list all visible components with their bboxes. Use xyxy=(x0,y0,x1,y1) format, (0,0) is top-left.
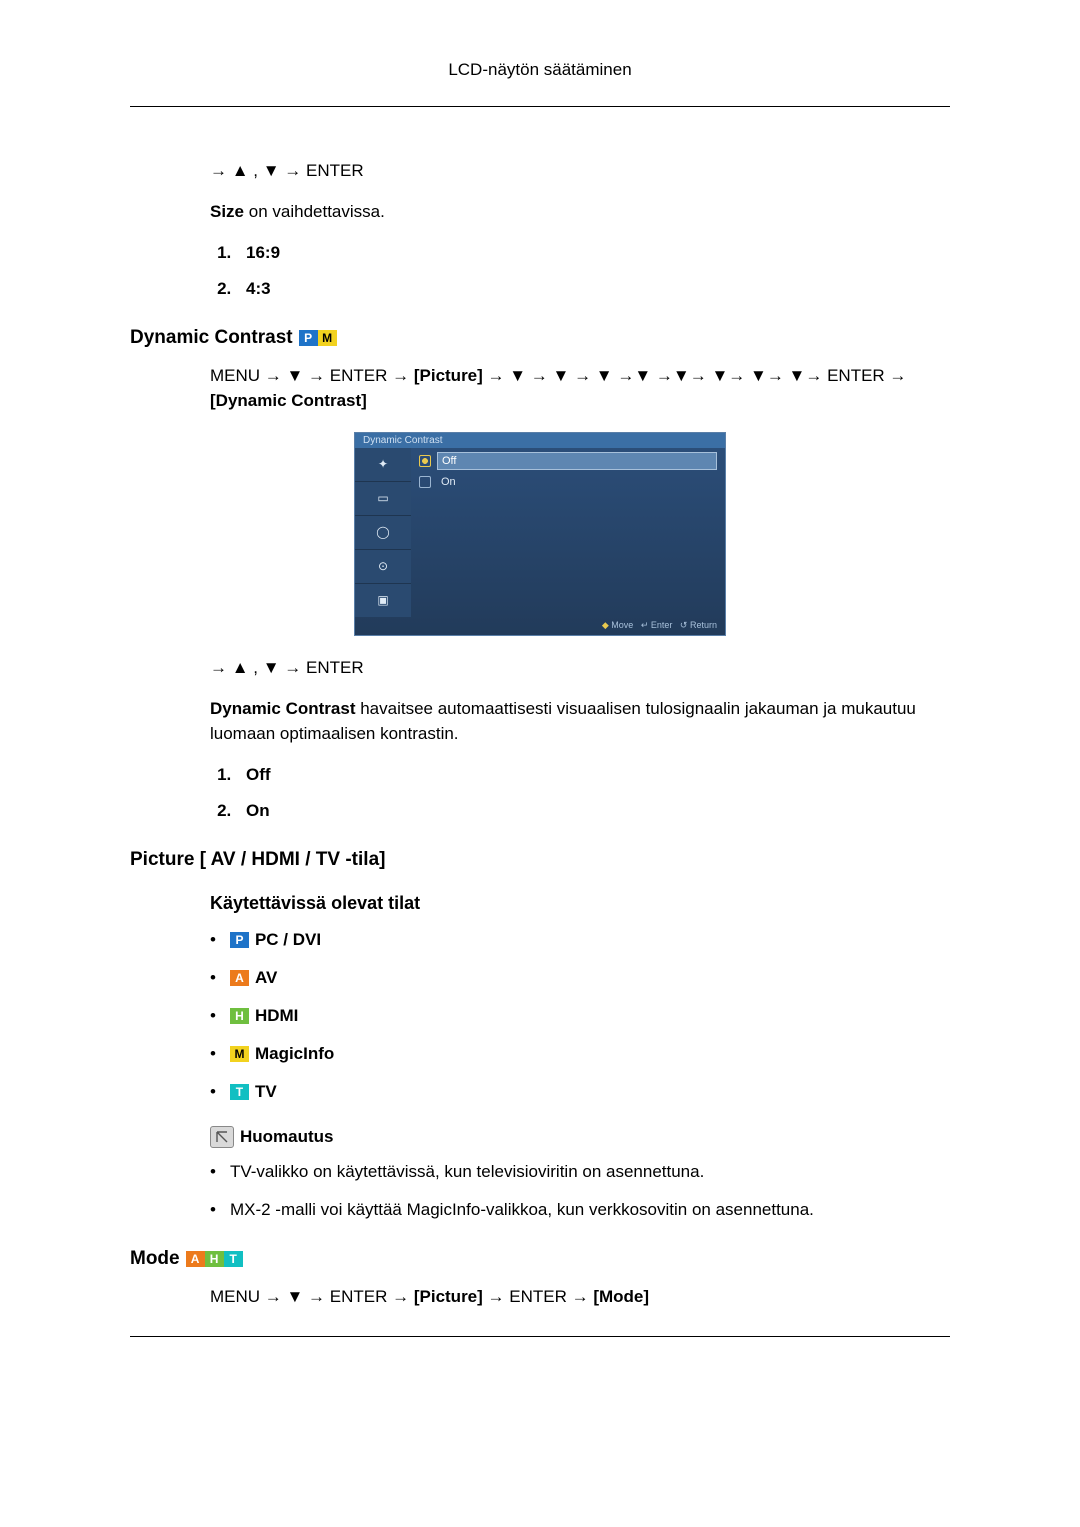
badge-t-icon: T xyxy=(230,1084,249,1100)
size-desc-rest: on vaihdettavissa. xyxy=(244,202,385,221)
osd-footer-move: Move xyxy=(611,620,633,630)
note-2-text: MX-2 -malli voi käyttää MagicInfo-valikk… xyxy=(230,1200,814,1220)
picture-modes-sub: Käytettävissä olevat tilat xyxy=(210,893,950,914)
picture-modes-heading: Picture [ AV / HDMI / TV -tila] xyxy=(130,849,950,871)
mode-hdmi: H HDMI xyxy=(210,1006,950,1026)
osd-icon-3: ◯ xyxy=(355,516,411,550)
osd-radio-selected-icon xyxy=(419,455,431,467)
badge-h-icon: H xyxy=(230,1008,249,1024)
mode-magicinfo: M MagicInfo xyxy=(210,1044,950,1064)
osd-icon-4: ⊙ xyxy=(355,550,411,584)
size-nav: → ▲ , ▼ → ENTER xyxy=(210,161,950,181)
note-list: TV-valikko on käytettävissä, kun televis… xyxy=(210,1162,950,1220)
dc-desc-bold: Dynamic Contrast xyxy=(210,699,355,718)
mode-av: A AV xyxy=(210,968,950,988)
osd-option-off: Off xyxy=(419,452,717,470)
dynamic-contrast-heading-text: Dynamic Contrast xyxy=(130,327,293,349)
size-desc: Size on vaihdettavissa. xyxy=(210,199,950,225)
mode-magicinfo-label: MagicInfo xyxy=(255,1044,334,1064)
dc-path-mid: → ▼ → ▼ → ▼ →▼ →▼→ ▼→ ▼→ ▼→ ENTER → xyxy=(483,366,907,385)
osd-icon-column: ✦ ▭ ◯ ⊙ ▣ xyxy=(355,448,411,617)
page-header: LCD-näytön säätäminen xyxy=(130,60,950,80)
osd-dynamic-contrast: Dynamic Contrast ✦ ▭ ◯ ⊙ ▣ Off On xyxy=(354,432,726,636)
note-label: Huomautus xyxy=(240,1127,334,1147)
mode-heading-text: Mode xyxy=(130,1248,180,1270)
top-rule xyxy=(130,106,950,107)
mode-pc-dvi-label: PC / DVI xyxy=(255,930,321,950)
osd-title: Dynamic Contrast xyxy=(355,433,725,448)
badge-a-icon: A xyxy=(230,970,249,986)
dynamic-contrast-menu-path: MENU → ▼ → ENTER → [Picture] → ▼ → ▼ → ▼… xyxy=(210,363,950,414)
dc-path-option: [Dynamic Contrast] xyxy=(210,391,367,410)
picture-modes-heading-text: Picture [ AV / HDMI / TV -tila] xyxy=(130,849,385,871)
bottom-rule xyxy=(130,1336,950,1337)
badge-p-icon: P xyxy=(299,330,318,346)
badge-t-icon: T xyxy=(224,1251,243,1267)
size-option-1: 16:9 xyxy=(236,243,950,263)
dc-option-on: On xyxy=(236,801,950,821)
osd-footer-return: Return xyxy=(690,620,717,630)
osd-icon-5: ▣ xyxy=(355,584,411,617)
note-2: MX-2 -malli voi käyttää MagicInfo-valikk… xyxy=(210,1200,950,1220)
badge-a-icon: A xyxy=(186,1251,205,1267)
mode-list: P PC / DVI A AV H HDMI M MagicInfo T TV xyxy=(210,930,950,1102)
mode-hdmi-label: HDMI xyxy=(255,1006,298,1026)
mode-tv-label: TV xyxy=(255,1082,277,1102)
mode-pc-dvi: P PC / DVI xyxy=(210,930,950,950)
note-1: TV-valikko on käytettävissä, kun televis… xyxy=(210,1162,950,1182)
size-desc-bold: Size xyxy=(210,202,244,221)
dc-desc: Dynamic Contrast havaitsee automaattises… xyxy=(210,696,950,747)
dc-nav2: → ▲ , ▼ → ENTER xyxy=(210,658,950,678)
dc-options: Off On xyxy=(210,765,950,821)
mode-av-label: AV xyxy=(255,968,277,988)
badge-h-icon: H xyxy=(205,1251,224,1267)
badge-m-icon: M xyxy=(230,1046,249,1062)
note-heading: Huomautus xyxy=(210,1126,950,1148)
osd-option-on-label: On xyxy=(437,474,717,490)
dynamic-contrast-heading: Dynamic Contrast P M xyxy=(130,327,950,349)
osd-footer-enter: Enter xyxy=(651,620,673,630)
dc-option-off: Off xyxy=(236,765,950,785)
dc-path-picture: [Picture] xyxy=(414,366,483,385)
osd-icon-2: ▭ xyxy=(355,482,411,516)
note-1-text: TV-valikko on käytettävissä, kun televis… xyxy=(230,1162,704,1182)
mode-tv: T TV xyxy=(210,1082,950,1102)
osd-option-off-label: Off xyxy=(437,452,717,470)
osd-icon-1: ✦ xyxy=(355,448,411,482)
dc-path-prefix: MENU → ▼ → ENTER → xyxy=(210,366,414,385)
osd-footer: ◆ Move ↵ Enter ↺ Return xyxy=(355,617,725,635)
badge-m-icon: M xyxy=(318,330,337,346)
note-icon xyxy=(210,1126,234,1148)
mode-heading: Mode A H T xyxy=(130,1248,950,1270)
osd-option-on: On xyxy=(419,474,717,490)
size-options: 16:9 4:3 xyxy=(210,243,950,299)
osd-radio-icon xyxy=(419,476,431,488)
badge-p-icon: P xyxy=(230,932,249,948)
mode-menu-path: MENU → ▼ → ENTER → [Picture] → ENTER → [… xyxy=(210,1284,950,1310)
size-option-2: 4:3 xyxy=(236,279,950,299)
